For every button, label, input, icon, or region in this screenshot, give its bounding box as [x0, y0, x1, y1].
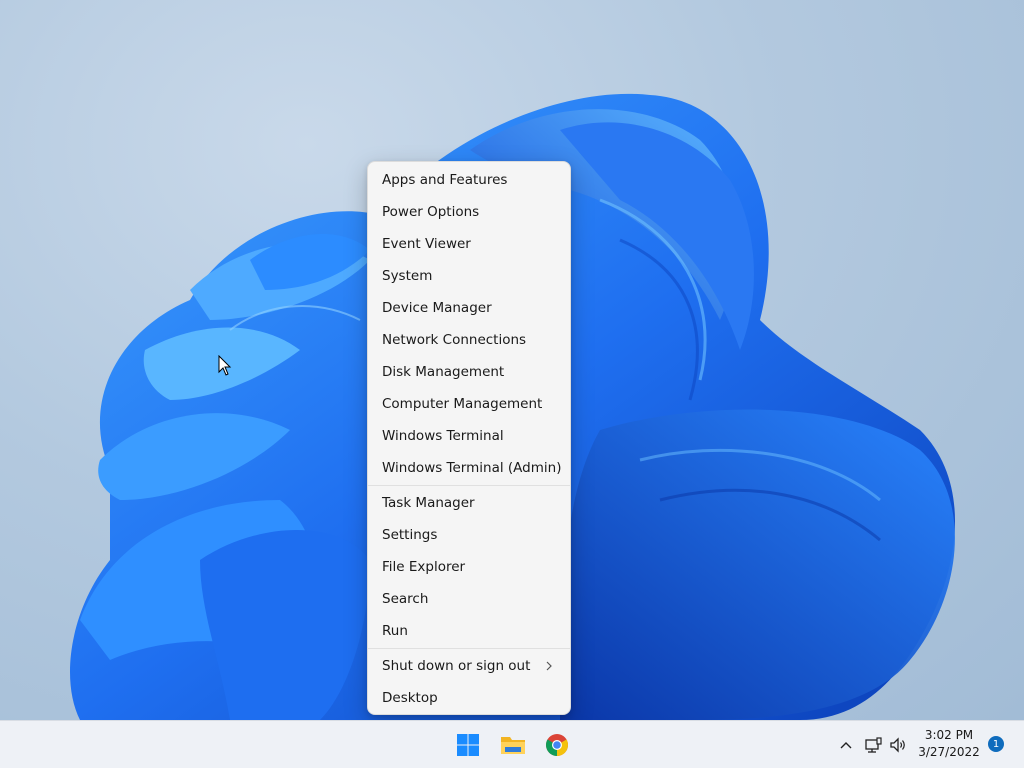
menu-item-label: Windows Terminal (Admin): [382, 460, 562, 476]
menu-item-label: Settings: [382, 527, 438, 543]
menu-item-label: Shut down or sign out: [382, 658, 531, 674]
menu-item-label: Power Options: [382, 204, 480, 220]
menu-item-computer-management[interactable]: Computer Management: [368, 388, 570, 420]
taskbar: 3:02 PM 3/27/2022 1: [0, 720, 1024, 768]
menu-item-run[interactable]: Run: [368, 615, 570, 647]
folder-icon: [501, 737, 525, 754]
menu-item-label: Computer Management: [382, 396, 543, 412]
menu-separator: [368, 648, 570, 649]
file-explorer-button[interactable]: [497, 729, 529, 761]
menu-item-label: Device Manager: [382, 300, 492, 316]
clock[interactable]: 3:02 PM 3/27/2022: [914, 727, 984, 761]
menu-item-system[interactable]: System: [368, 260, 570, 292]
clock-date: 3/27/2022: [918, 745, 980, 759]
menu-item-shut-down-or-sign-out[interactable]: Shut down or sign out: [368, 650, 570, 682]
menu-item-device-manager[interactable]: Device Manager: [368, 292, 570, 324]
volume-icon[interactable]: [888, 735, 908, 755]
chevron-right-icon: [546, 661, 552, 671]
start-button[interactable]: [452, 729, 484, 761]
menu-item-desktop[interactable]: Desktop: [368, 682, 570, 714]
menu-item-label: File Explorer: [382, 559, 466, 575]
menu-item-network-connections[interactable]: Network Connections: [368, 324, 570, 356]
menu-item-label: Windows Terminal: [382, 428, 504, 444]
network-icon[interactable]: [863, 735, 883, 755]
notification-badge[interactable]: 1: [988, 736, 1004, 752]
menu-item-label: Apps and Features: [382, 172, 508, 188]
menu-item-apps-and-features[interactable]: Apps and Features: [368, 164, 570, 196]
chrome-button[interactable]: [541, 729, 573, 761]
clock-time: 3:02 PM: [924, 728, 974, 742]
menu-item-search[interactable]: Search: [368, 583, 570, 615]
chrome-icon: [546, 734, 568, 756]
winx-context-menu: Apps and Features Power Options Event View…: [367, 161, 571, 715]
windows-logo-icon: [457, 734, 479, 756]
menu-item-windows-terminal[interactable]: Windows Terminal: [368, 420, 570, 452]
menu-item-task-manager[interactable]: Task Manager: [368, 487, 570, 519]
menu-item-file-explorer[interactable]: File Explorer: [368, 551, 570, 583]
menu-item-event-viewer[interactable]: Event Viewer: [368, 228, 570, 260]
menu-item-label: Network Connections: [382, 332, 527, 348]
menu-item-disk-management[interactable]: Disk Management: [368, 356, 570, 388]
mouse-cursor-icon: [218, 355, 232, 376]
menu-item-label: Run: [382, 623, 408, 639]
menu-item-label: Task Manager: [382, 495, 475, 511]
menu-item-label: Event Viewer: [382, 236, 471, 252]
menu-item-settings[interactable]: Settings: [368, 519, 570, 551]
chevron-up-icon[interactable]: [836, 735, 856, 755]
menu-item-power-options[interactable]: Power Options: [368, 196, 570, 228]
menu-item-label: Disk Management: [382, 364, 505, 380]
menu-item-label: Desktop: [382, 690, 438, 706]
menu-separator: [368, 485, 570, 486]
menu-item-label: Search: [382, 591, 429, 607]
menu-item-label: System: [382, 268, 433, 284]
menu-item-windows-terminal-admin[interactable]: Windows Terminal (Admin): [368, 452, 570, 484]
